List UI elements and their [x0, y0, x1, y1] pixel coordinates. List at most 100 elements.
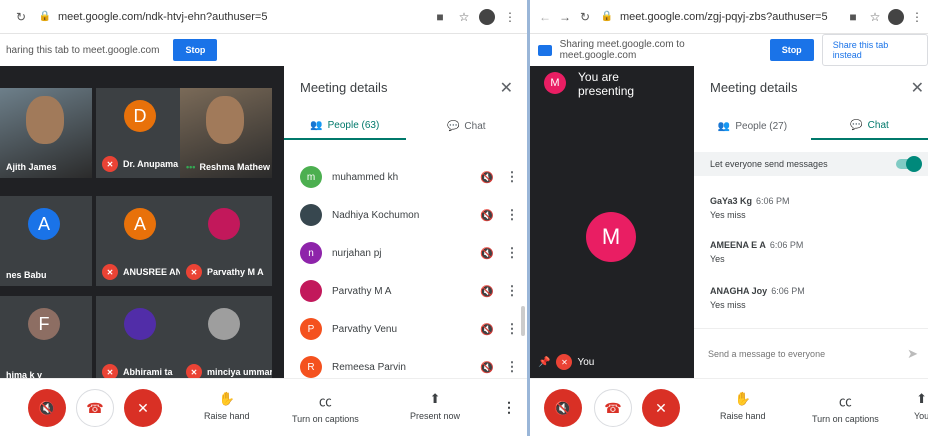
- participant-name: Remeesa Parvin: [332, 361, 406, 373]
- mic-off-button[interactable]: 🔇: [28, 389, 66, 427]
- chat-message: AMEENA E A 6:06 PM Yes: [710, 240, 803, 264]
- captions-icon: ㏄: [838, 394, 852, 409]
- video-tile[interactable]: ✕ minciya ummar: [180, 296, 272, 386]
- message-time: 6:06 PM: [756, 196, 790, 206]
- participant-avatar: A: [124, 208, 156, 240]
- message-time: 6:06 PM: [769, 240, 804, 250]
- captions-label: Turn on captions: [812, 414, 879, 424]
- video-tile[interactable]: D ✕ Dr. Anupama P: [96, 88, 188, 178]
- participant-row[interactable]: Nadhiya Kochumon 🔇 ⋮: [284, 196, 527, 234]
- back-icon[interactable]: ←: [536, 8, 554, 26]
- menu-icon[interactable]: ⋮: [908, 8, 926, 26]
- send-icon[interactable]: ➤: [907, 346, 918, 362]
- profile-avatar[interactable]: [479, 8, 495, 25]
- star-icon[interactable]: ☆: [455, 8, 473, 26]
- message-toggle[interactable]: [896, 156, 922, 172]
- reload-icon[interactable]: ↻: [12, 8, 30, 26]
- present-button-cut[interactable]: ⬆ You: [914, 391, 928, 421]
- presenter-avatar: M: [544, 72, 566, 94]
- tile-name: ✕ ANUSREE ANIL: [102, 264, 188, 280]
- mic-off-icon[interactable]: 🔇: [477, 285, 497, 298]
- panel-title: Meeting details: [710, 80, 798, 95]
- tile-name-text: Parvathy M A: [207, 267, 264, 277]
- camera-icon[interactable]: ■: [844, 8, 862, 26]
- tile-name-text: Abhirami ta: [123, 367, 173, 377]
- raise-hand-button[interactable]: ✋ Raise hand: [720, 391, 766, 421]
- camera-icon[interactable]: ■: [431, 8, 449, 26]
- chat-input[interactable]: [708, 348, 908, 359]
- raise-hand-button[interactable]: ✋ Raise hand: [204, 391, 250, 421]
- people-icon: 👥: [310, 119, 323, 131]
- participant-row[interactable]: m muhammed kh 🔇 ⋮: [284, 158, 527, 196]
- mic-off-icon[interactable]: 🔇: [477, 209, 497, 222]
- video-tile[interactable]: ••• Reshma Mathew: [180, 88, 272, 178]
- video-tile[interactable]: Anes Babu: [0, 196, 92, 286]
- present-now-button[interactable]: ⬆ Present now: [410, 391, 460, 421]
- participant-name: Parvathy Venu: [332, 323, 398, 335]
- video-grid: Ajith James D ✕ Dr. Anupama P ••• Reshma Math…: [0, 66, 284, 386]
- more-options-icon[interactable]: ⋮: [497, 359, 527, 375]
- participant-avatar: P: [300, 318, 322, 340]
- menu-icon[interactable]: ⋮: [501, 8, 519, 26]
- video-tile[interactable]: Ajith James: [0, 88, 92, 178]
- close-icon[interactable]: ✕: [911, 78, 924, 98]
- close-icon[interactable]: ✕: [500, 78, 513, 98]
- tile-name: ✕ Parvathy M A: [186, 264, 264, 280]
- tab-chat[interactable]: 💬 Chat: [811, 112, 928, 140]
- leave-call-button[interactable]: ☎: [76, 389, 114, 427]
- participant-avatar: R: [300, 356, 322, 378]
- mic-off-icon[interactable]: 🔇: [477, 323, 497, 336]
- chat-message: ANAGHA Joy 6:06 PM Yes miss: [710, 286, 805, 310]
- tab-people[interactable]: 👥 People (63): [284, 112, 406, 140]
- participant-avatar: F: [28, 308, 60, 340]
- tile-name-text: nes Babu: [6, 270, 47, 280]
- tile-name: ••• Reshma Mathew: [186, 162, 270, 172]
- more-options-icon[interactable]: ⋮: [502, 399, 516, 416]
- tab-chat-label: Chat: [464, 120, 486, 132]
- right-url[interactable]: meet.google.com/zgj-pqyj-zbs?authuser=5: [620, 11, 844, 23]
- camera-off-button[interactable]: ✕: [124, 389, 162, 427]
- captions-label: Turn on captions: [292, 414, 359, 424]
- present-label: You: [914, 411, 928, 421]
- video-tile[interactable]: Fhima k y: [0, 296, 92, 386]
- scrollbar[interactable]: [521, 306, 525, 336]
- mic-off-icon[interactable]: 🔇: [477, 361, 497, 374]
- video-tile[interactable]: ✕ Parvathy M A: [180, 196, 272, 286]
- mic-off-icon[interactable]: 🔇: [477, 247, 497, 260]
- forward-icon[interactable]: →: [556, 8, 574, 26]
- participant-avatar: n: [300, 242, 322, 264]
- share-status-text: Sharing meet.google.com to meet.google.c…: [559, 39, 685, 61]
- more-options-icon[interactable]: ⋮: [497, 207, 527, 223]
- more-options-icon[interactable]: ⋮: [497, 245, 527, 261]
- participant-row[interactable]: n nurjahan pj 🔇 ⋮: [284, 234, 527, 272]
- leave-call-button[interactable]: ☎: [594, 389, 632, 427]
- video-tile[interactable]: ✕ Abhirami ta: [96, 296, 188, 386]
- more-options-icon[interactable]: ⋮: [497, 283, 527, 299]
- tile-name-text: Ajith James: [6, 162, 57, 172]
- left-url[interactable]: meet.google.com/ndk-htvj-ehn?authuser=5: [58, 11, 431, 23]
- mic-off-icon[interactable]: 🔇: [477, 171, 497, 184]
- reload-icon[interactable]: ↻: [576, 8, 594, 26]
- pin-icon[interactable]: 📌: [538, 357, 550, 368]
- captions-button[interactable]: ㏄ Turn on captions: [292, 391, 359, 424]
- video-tile[interactable]: A ✕ ANUSREE ANIL: [96, 196, 188, 286]
- mic-off-icon: ✕: [186, 264, 202, 280]
- more-options-icon[interactable]: ⋮: [497, 169, 527, 185]
- tab-people-label: People (63): [327, 119, 380, 131]
- participant-name: Parvathy M A: [332, 285, 392, 297]
- self-name: You: [577, 356, 595, 368]
- tab-chat[interactable]: 💬 Chat: [406, 112, 528, 140]
- stop-sharing-button[interactable]: Stop: [769, 39, 814, 61]
- participant-row[interactable]: P Parvathy Venu 🔇 ⋮: [284, 310, 527, 348]
- star-icon[interactable]: ☆: [866, 8, 884, 26]
- tab-people[interactable]: 👥 People (27): [694, 112, 811, 140]
- captions-button[interactable]: ㏄ Turn on captions: [812, 391, 879, 424]
- mic-off-button[interactable]: 🔇: [544, 389, 582, 427]
- share-this-tab-button[interactable]: Share this tab instead: [821, 34, 928, 66]
- camera-off-button[interactable]: ✕: [642, 389, 680, 427]
- message-text: Yes: [710, 254, 725, 264]
- stop-sharing-button[interactable]: Stop: [173, 39, 218, 61]
- participant-row[interactable]: Parvathy M A 🔇 ⋮: [284, 272, 527, 310]
- chat-icon: 💬: [446, 120, 460, 132]
- profile-avatar[interactable]: [888, 8, 904, 25]
